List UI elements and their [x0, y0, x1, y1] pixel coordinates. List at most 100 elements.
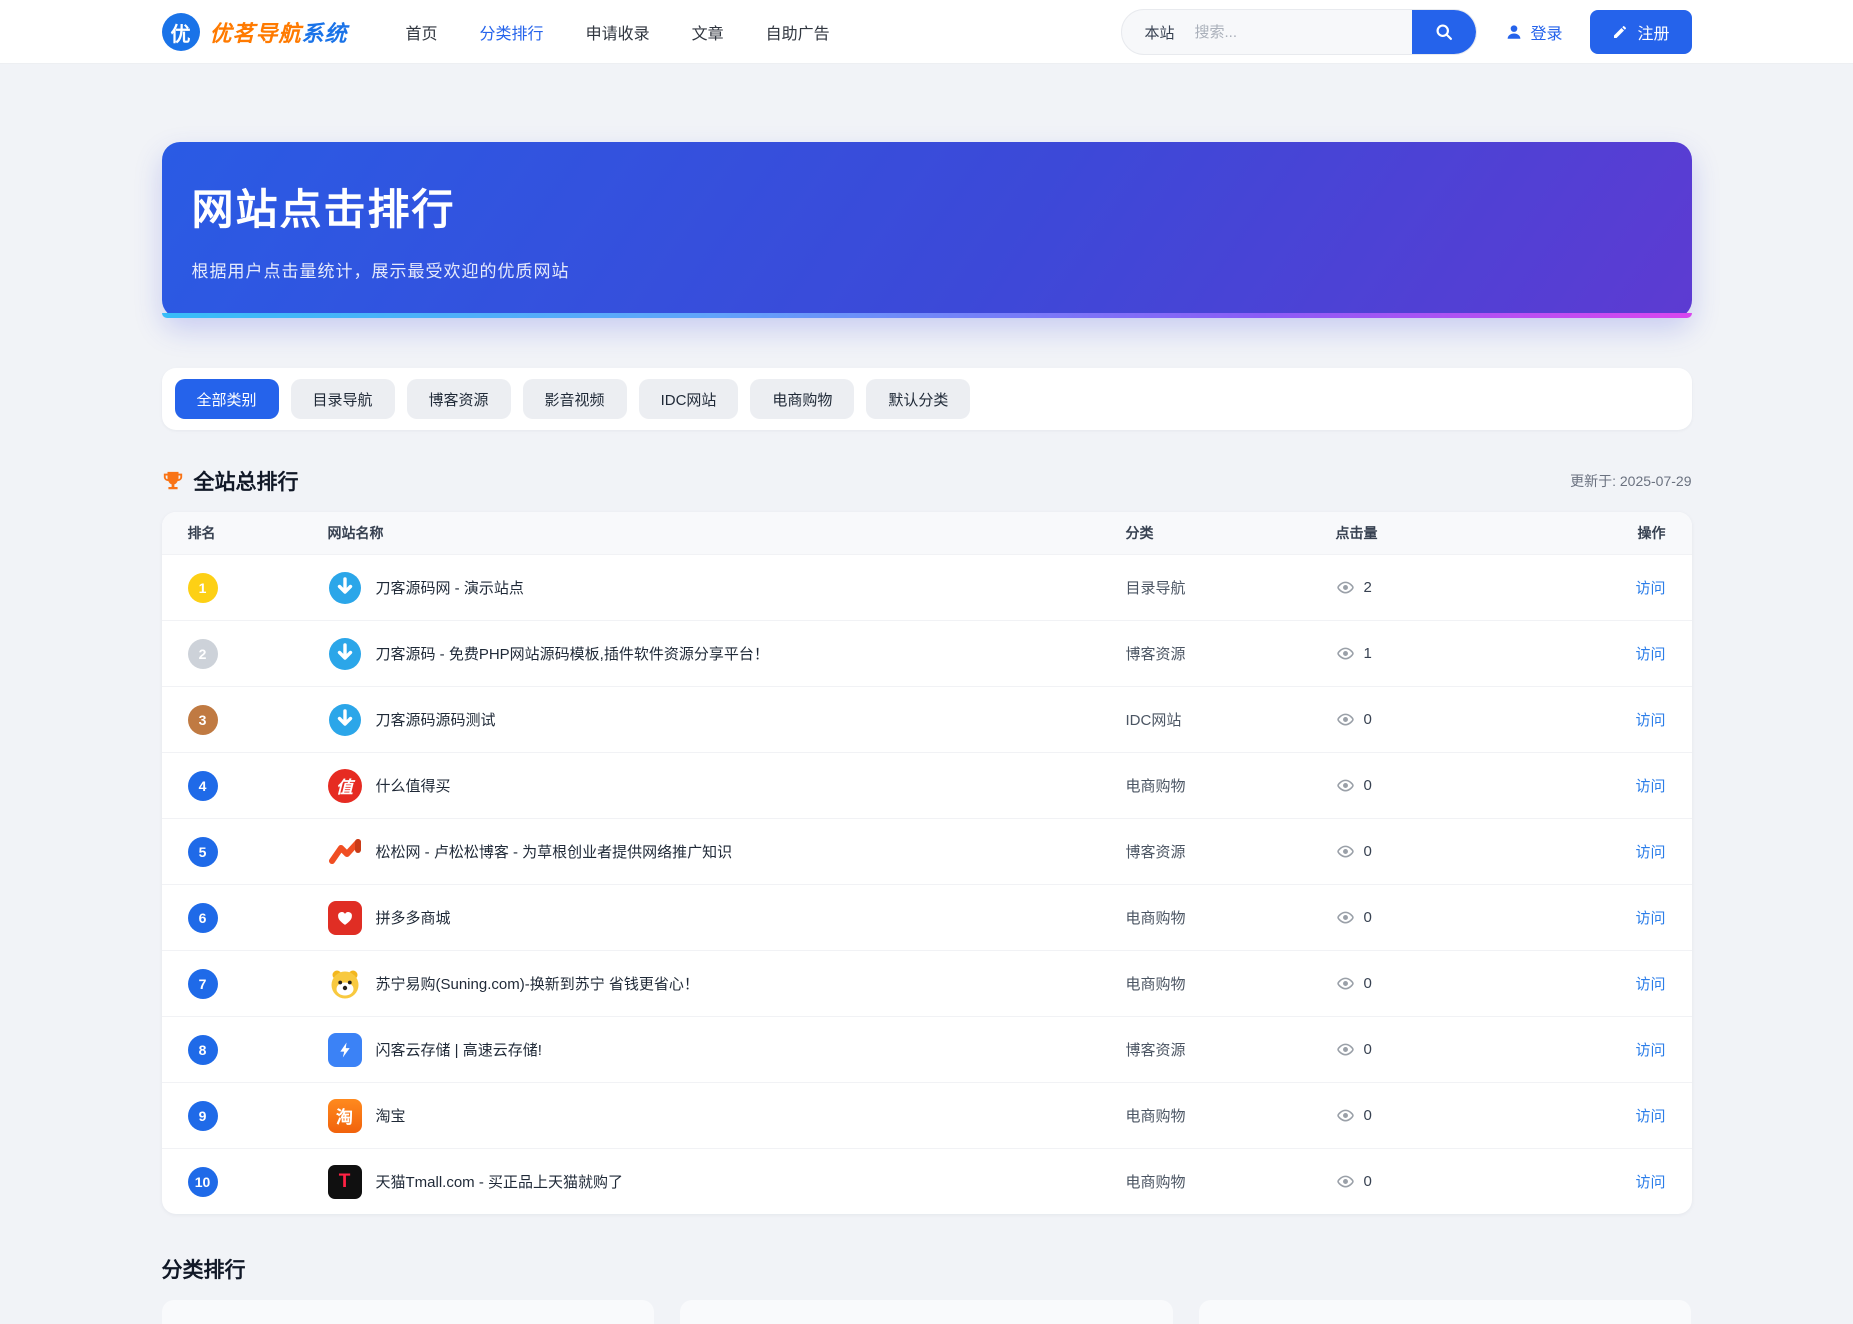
page-subtitle: 根据用户点击量统计，展示最受欢迎的优质网站 [192, 257, 1692, 282]
table-row: 7 苏宁易购(Suning.com)-换新到苏宁 省钱更省心！ 电商购物 0 [162, 950, 1692, 1016]
category-card [1199, 1300, 1692, 1324]
category-ranking-cards [162, 1300, 1692, 1324]
nav-item-home[interactable]: 首页 [406, 20, 438, 44]
visit-link[interactable]: 访问 [1635, 1174, 1665, 1191]
click-count: 0 [1364, 975, 1372, 992]
login-link[interactable]: 登录 [1505, 20, 1562, 44]
eye-icon [1336, 1040, 1355, 1059]
rank-badge: 4 [188, 771, 218, 801]
click-count: 0 [1364, 777, 1372, 794]
eye-icon [1336, 908, 1355, 927]
brand-name-primary: 优茗导航 [210, 21, 302, 47]
table-header-row: 排名 网站名称 分类 点击量 操作 [162, 512, 1692, 554]
category-card [162, 1300, 655, 1324]
eye-icon [1336, 644, 1355, 663]
brand-name[interactable]: 优茗导航系统 [210, 16, 348, 48]
table-row: 1 刀客源码网 - 演示站点 目录导航 2 访问 [162, 554, 1692, 620]
filter-ecommerce[interactable]: 电商购物 [750, 379, 854, 419]
visit-link[interactable]: 访问 [1635, 1042, 1665, 1059]
visit-link[interactable]: 访问 [1635, 976, 1665, 993]
filter-default-category[interactable]: 默认分类 [866, 379, 970, 419]
filter-directory-nav[interactable]: 目录导航 [291, 379, 395, 419]
column-header-category: 分类 [1126, 523, 1336, 543]
brand-name-secondary: 系统 [302, 21, 348, 47]
ranking-table: 排名 网站名称 分类 点击量 操作 1 刀客源码网 - 演示站点 目录导航 2 … [162, 512, 1692, 1214]
download-circle-icon [328, 571, 362, 605]
table-row: 6 拼多多商城 电商购物 0 访问 [162, 884, 1692, 950]
nav-item-self-ads[interactable]: 自助广告 [766, 20, 830, 44]
register-button[interactable]: 注册 [1590, 10, 1691, 54]
rank-badge: 8 [188, 1035, 218, 1065]
register-label: 注册 [1637, 20, 1669, 44]
click-count: 0 [1364, 1173, 1372, 1190]
search-button[interactable] [1412, 9, 1476, 55]
visit-link[interactable]: 访问 [1635, 910, 1665, 927]
search-input[interactable] [1192, 23, 1412, 42]
taobao-logo-icon: 淘 [328, 1099, 362, 1133]
rank-badge: 2 [188, 639, 218, 669]
pencil-icon [1612, 24, 1628, 40]
suning-lion-icon [328, 967, 362, 1001]
rank-badge: 10 [188, 1167, 218, 1197]
site-category: 博客资源 [1126, 643, 1336, 664]
filter-video-media[interactable]: 影音视频 [523, 379, 627, 419]
site-category: 博客资源 [1126, 841, 1336, 862]
site-category: 电商购物 [1126, 1171, 1336, 1192]
table-row: 9 淘 淘宝 电商购物 0 访问 [162, 1082, 1692, 1148]
site-name[interactable]: 拼多多商城 [376, 907, 451, 928]
nav-item-submit-site[interactable]: 申请收录 [586, 20, 650, 44]
column-header-action: 操作 [1561, 523, 1666, 543]
site-name[interactable]: 苏宁易购(Suning.com)-换新到苏宁 省钱更省心！ [376, 973, 699, 994]
site-name[interactable]: 松松网 - 卢松松博客 - 为草根创业者提供网络推广知识 [376, 841, 733, 862]
updated-timestamp: 更新于: 2025-07-29 [1570, 471, 1691, 491]
click-count: 1 [1364, 645, 1372, 662]
main-nav: 首页 分类排行 申请收录 文章 自助广告 [406, 20, 830, 44]
site-name[interactable]: 刀客源码源码测试 [376, 709, 496, 730]
site-category: 目录导航 [1126, 577, 1336, 598]
table-row: 4 值 什么值得买 电商购物 0 访问 [162, 752, 1692, 818]
site-name[interactable]: 刀客源码网 - 演示站点 [376, 577, 524, 598]
visit-link[interactable]: 访问 [1635, 1108, 1665, 1125]
visit-link[interactable]: 访问 [1635, 646, 1665, 663]
visit-link[interactable]: 访问 [1635, 712, 1665, 729]
search-scope-label[interactable]: 本站 [1122, 22, 1192, 43]
filter-blog-resources[interactable]: 博客资源 [407, 379, 511, 419]
site-category: 电商购物 [1126, 907, 1336, 928]
table-row: 3 刀客源码源码测试 IDC网站 0 访问 [162, 686, 1692, 752]
eye-icon [1336, 1172, 1355, 1191]
site-name[interactable]: 闪客云存储 | 高速云存储! [376, 1039, 542, 1060]
site-name[interactable]: 淘宝 [376, 1105, 406, 1126]
brand-logo-icon[interactable]: 优 [162, 13, 200, 51]
eye-icon [1336, 776, 1355, 795]
user-icon [1505, 23, 1523, 41]
section-title: 全站总排行 [194, 466, 299, 496]
filter-idc-sites[interactable]: IDC网站 [639, 379, 739, 419]
trophy-icon [162, 470, 184, 492]
nav-item-category-ranking[interactable]: 分类排行 [480, 20, 544, 44]
click-count: 0 [1364, 909, 1372, 926]
table-row: 2 刀客源码 - 免费PHP网站源码模板,插件软件资源分享平台！ 博客资源 1 … [162, 620, 1692, 686]
table-row: 10 T 天猫Tmall.com - 买正品上天猫就购了 电商购物 0 访问 [162, 1148, 1692, 1214]
table-row: 5 松松网 - 卢松松博客 - 为草根创业者提供网络推广知识 博客资源 0 访问 [162, 818, 1692, 884]
click-count: 0 [1364, 711, 1372, 728]
download-circle-icon [328, 637, 362, 671]
filter-all-categories[interactable]: 全部类别 [175, 379, 279, 419]
visit-link[interactable]: 访问 [1635, 844, 1665, 861]
pinduoduo-heart-icon [328, 901, 362, 935]
table-row: 8 闪客云存储 | 高速云存储! 博客资源 0 访问 [162, 1016, 1692, 1082]
site-category: IDC网站 [1126, 709, 1336, 730]
hero-banner: 网站点击排行 根据用户点击量统计，展示最受欢迎的优质网站 [162, 142, 1692, 318]
nav-item-articles[interactable]: 文章 [692, 20, 724, 44]
login-label: 登录 [1530, 20, 1562, 44]
eye-icon [1336, 1106, 1355, 1125]
category-ranking-title: 分类排行 [162, 1254, 1692, 1284]
site-name[interactable]: 天猫Tmall.com - 买正品上天猫就购了 [376, 1171, 624, 1192]
visit-link[interactable]: 访问 [1635, 580, 1665, 597]
site-name[interactable]: 刀客源码 - 免费PHP网站源码模板,插件软件资源分享平台！ [376, 643, 769, 664]
page-title: 网站点击排行 [192, 176, 1692, 237]
visit-link[interactable]: 访问 [1635, 778, 1665, 795]
eye-icon [1336, 578, 1355, 597]
site-category: 电商购物 [1126, 973, 1336, 994]
site-name[interactable]: 什么值得买 [376, 775, 451, 796]
search-icon [1434, 22, 1454, 42]
